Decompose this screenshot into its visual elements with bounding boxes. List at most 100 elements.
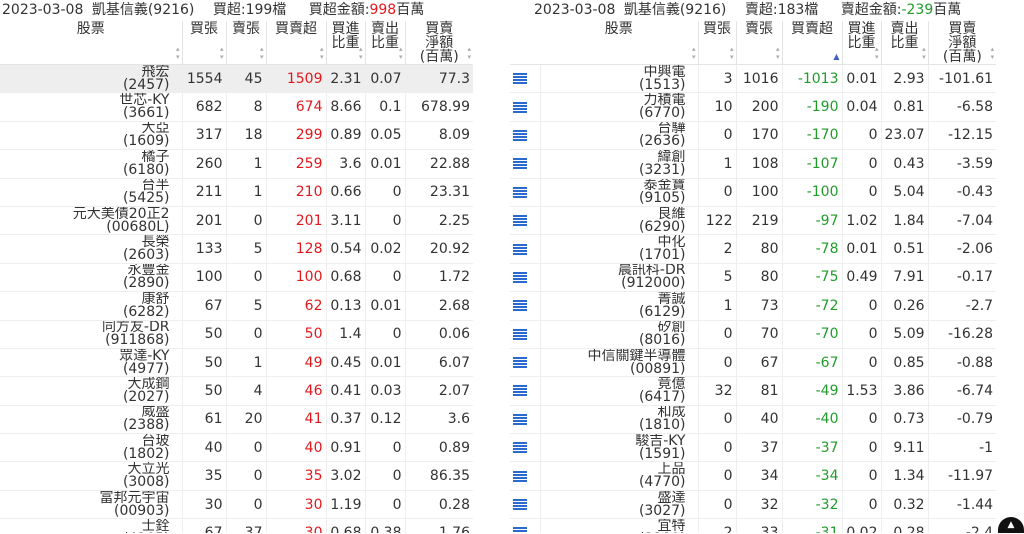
list-icon[interactable]: [513, 187, 527, 198]
table-row[interactable]: 台驊(2636)0170-170023.07-12.15: [510, 121, 996, 149]
header-sell_ratio[interactable]: 賣出 比重▴ ▾: [881, 21, 928, 65]
table-row[interactable]: 飛宏(2457)15544515092.310.0777.3: [0, 65, 473, 93]
stock-cell[interactable]: 台玻(1802): [0, 434, 182, 462]
list-icon[interactable]: [513, 73, 527, 84]
table-row[interactable]: 竟億(6417)3281-491.533.86-6.74: [510, 377, 996, 405]
table-row[interactable]: 上品(4770)034-3401.34-11.97: [510, 462, 996, 490]
table-row[interactable]: 矽創(8016)070-7005.09-16.28: [510, 320, 996, 348]
stock-cell[interactable]: 永豐金(2890): [0, 263, 182, 291]
table-row[interactable]: 世芯-KY(3661)68286748.660.1678.99: [0, 93, 473, 121]
list-icon[interactable]: [513, 130, 527, 141]
list-icon[interactable]: [513, 357, 527, 368]
row-menu-cell[interactable]: [510, 263, 540, 291]
row-menu-cell[interactable]: [510, 150, 540, 178]
row-menu-cell[interactable]: [510, 121, 540, 149]
header-buy[interactable]: 買張▴ ▾: [182, 21, 226, 65]
stock-cell[interactable]: 中信關鍵半導體(00891): [540, 348, 698, 376]
list-icon[interactable]: [513, 329, 527, 340]
header-stock[interactable]: 股票▴ ▾: [0, 21, 182, 65]
stock-cell[interactable]: 盛達(3027): [540, 490, 698, 518]
row-menu-cell[interactable]: [510, 519, 540, 533]
table-row[interactable]: 晨訊科-DR(912000)580-750.497.91-0.17: [510, 263, 996, 291]
list-icon[interactable]: [513, 300, 527, 311]
stock-cell[interactable]: 康舒(6282): [0, 292, 182, 320]
list-icon[interactable]: [513, 272, 527, 283]
list-icon[interactable]: [513, 158, 527, 169]
table-row[interactable]: 同方友-DR(911868)500501.400.06: [0, 320, 473, 348]
table-row[interactable]: 長榮(2603)13351280.540.0220.92: [0, 235, 473, 263]
table-row[interactable]: 中化(1701)280-780.010.51-2.06: [510, 235, 996, 263]
table-row[interactable]: 中興電(1513)31016-10130.012.93-101.61: [510, 65, 996, 93]
table-row[interactable]: 威盛(2388)6120410.370.123.6: [0, 405, 473, 433]
stock-cell[interactable]: 大立光(3008): [0, 462, 182, 490]
table-row[interactable]: 橘子(6180)26012593.60.0122.88: [0, 150, 473, 178]
stock-cell[interactable]: 元大美債20正2(00680L): [0, 206, 182, 234]
table-row[interactable]: 和成(1810)040-4000.73-0.79: [510, 405, 996, 433]
list-icon[interactable]: [513, 215, 527, 226]
header-amount[interactable]: 買賣 淨額 (百萬)▴ ▾: [405, 21, 473, 65]
stock-cell[interactable]: 晨訊科-DR(912000): [540, 263, 698, 291]
table-row[interactable]: 緯創(3231)1108-10700.43-3.59: [510, 150, 996, 178]
header-sell_ratio[interactable]: 賣出 比重▴ ▾: [365, 21, 405, 65]
header-buy_ratio[interactable]: 買進 比重▴ ▾: [842, 21, 881, 65]
list-icon[interactable]: [513, 527, 527, 533]
list-icon[interactable]: [513, 471, 527, 482]
table-row[interactable]: 士銓(4205)6737300.680.381.76: [0, 519, 473, 533]
stock-cell[interactable]: 眾達-KY(4977): [0, 348, 182, 376]
stock-cell[interactable]: 緯創(3231): [540, 150, 698, 178]
stock-cell[interactable]: 駿吉-KY(1591): [540, 434, 698, 462]
header-net[interactable]: 買賣超▴ ▾: [266, 21, 326, 65]
stock-cell[interactable]: 橘子(6180): [0, 150, 182, 178]
stock-cell[interactable]: 飛宏(2457): [0, 65, 182, 93]
row-menu-cell[interactable]: [510, 178, 540, 206]
stock-cell[interactable]: 同方友-DR(911868): [0, 320, 182, 348]
stock-cell[interactable]: 上品(4770): [540, 462, 698, 490]
row-menu-cell[interactable]: [510, 93, 540, 121]
stock-cell[interactable]: 大亞(1609): [0, 121, 182, 149]
table-row[interactable]: 良維(6290)122219-971.021.84-7.04: [510, 206, 996, 234]
table-row[interactable]: 眾達-KY(4977)501490.450.016.07: [0, 348, 473, 376]
table-row[interactable]: 大成鋼(2027)504460.410.032.07: [0, 377, 473, 405]
row-menu-cell[interactable]: [510, 320, 540, 348]
row-menu-cell[interactable]: [510, 65, 540, 93]
stock-cell[interactable]: 大成鋼(2027): [0, 377, 182, 405]
stock-cell[interactable]: 台半(5425): [0, 178, 182, 206]
header-buy[interactable]: 買張▴ ▾: [698, 21, 736, 65]
table-row[interactable]: 大立光(3008)350353.02086.35: [0, 462, 473, 490]
table-row[interactable]: 菁誠(6129)173-7200.26-2.7: [510, 292, 996, 320]
row-menu-cell[interactable]: [510, 434, 540, 462]
table-row[interactable]: 宜特(3289)233-310.020.28-2.4: [510, 519, 996, 533]
list-icon[interactable]: [513, 385, 527, 396]
row-menu-cell[interactable]: [510, 377, 540, 405]
stock-cell[interactable]: 世芯-KY(3661): [0, 93, 182, 121]
table-row[interactable]: 台玻(1802)400400.9100.89: [0, 434, 473, 462]
table-row[interactable]: 大亞(1609)317182990.890.058.09: [0, 121, 473, 149]
list-icon[interactable]: [513, 442, 527, 453]
table-row[interactable]: 盛達(3027)032-3200.32-1.44: [510, 490, 996, 518]
row-menu-cell[interactable]: [510, 462, 540, 490]
stock-cell[interactable]: 台驊(2636): [540, 121, 698, 149]
stock-cell[interactable]: 富邦元宇宙(00903): [0, 490, 182, 518]
table-row[interactable]: 康舒(6282)675620.130.012.68: [0, 292, 473, 320]
row-menu-cell[interactable]: [510, 206, 540, 234]
header-buy_ratio[interactable]: 買進 比重▴ ▾: [326, 21, 365, 65]
header-sell[interactable]: 賣張▴ ▾: [736, 21, 782, 65]
stock-cell[interactable]: 菁誠(6129): [540, 292, 698, 320]
stock-cell[interactable]: 力積電(6770): [540, 93, 698, 121]
stock-cell[interactable]: 士銓(4205): [0, 519, 182, 533]
row-menu-cell[interactable]: [510, 235, 540, 263]
table-row[interactable]: 永豐金(2890)10001000.6801.72: [0, 263, 473, 291]
stock-cell[interactable]: 宜特(3289): [540, 519, 698, 533]
list-icon[interactable]: [513, 414, 527, 425]
stock-cell[interactable]: 中化(1701): [540, 235, 698, 263]
header-sell[interactable]: 賣張▴ ▾: [226, 21, 266, 65]
row-menu-cell[interactable]: [510, 490, 540, 518]
stock-cell[interactable]: 矽創(8016): [540, 320, 698, 348]
list-icon[interactable]: [513, 499, 527, 510]
table-row[interactable]: 泰金寶(9105)0100-10005.04-0.43: [510, 178, 996, 206]
header-amount[interactable]: 買賣 淨額 (百萬)▴ ▾: [928, 21, 996, 65]
row-menu-cell[interactable]: [510, 348, 540, 376]
header-net[interactable]: 買賣超▲: [782, 21, 842, 65]
stock-cell[interactable]: 泰金寶(9105): [540, 178, 698, 206]
list-icon[interactable]: [513, 102, 527, 113]
